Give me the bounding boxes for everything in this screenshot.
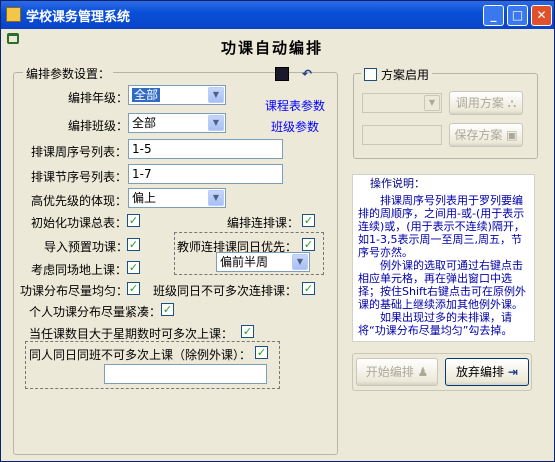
save-icon[interactable] xyxy=(275,67,289,81)
params-group-title: 编排参数设置： xyxy=(23,65,114,82)
help-paragraph: 如果出现过多的未排课，请将“功课分布尽量均匀”勾去掉。 xyxy=(358,311,513,337)
plan-select[interactable]: ▼ xyxy=(362,93,442,113)
multi-per-day-label: 当任课数目大于星期数时可多次上课： xyxy=(29,327,234,341)
grade-select[interactable]: 全部 ▼ xyxy=(128,85,226,105)
no-repeat-label: 同人同日同班不可多次上课（除例外课）： xyxy=(29,348,252,362)
consecutive-label: 编排连排课： xyxy=(227,216,300,230)
teacher-consecutive-checkbox[interactable]: ✓ xyxy=(302,238,315,251)
close-button[interactable]: ✕ xyxy=(531,5,552,26)
help-paragraph: 排课周序号列表用于罗列要编排的周顺序，之间用-或-(用于表示连续)或，(用于表示… xyxy=(358,194,525,259)
timetable-params-link[interactable]: 课程表参数 xyxy=(265,97,325,114)
class-label: 编排班级： xyxy=(68,119,129,133)
class-same-day-label: 班级同日不可多次连排课： xyxy=(153,284,298,298)
personal-compact-label: 个人功课分布尽量紧凑： xyxy=(29,305,162,319)
save-plan-button[interactable]: 保存方案 ▣ xyxy=(449,123,523,147)
consecutive-checkbox[interactable]: ✓ xyxy=(302,214,315,227)
plan-enable-label: 方案启用 xyxy=(381,68,430,82)
help-title: 操作说明： xyxy=(370,177,425,190)
weekday-seq-input[interactable]: 1-5 xyxy=(128,139,283,159)
distribute-even-checkbox[interactable]: ✓ xyxy=(127,282,140,295)
lock-icon[interactable] xyxy=(7,33,19,44)
exception-input[interactable] xyxy=(104,364,267,384)
use-plan-button[interactable]: 调用方案 ⛬ xyxy=(449,91,523,115)
undo-icon[interactable]: ↶ xyxy=(299,67,315,81)
exit-icon: ⇥ xyxy=(507,365,518,379)
init-total-label: 初始化功课总表： xyxy=(31,216,128,230)
period-seq-input[interactable]: 1-7 xyxy=(128,164,283,184)
help-paragraph: 例外课的选取可通过右键点击相应单元格，再在弹出窗口中选择；按住Shift右键点击… xyxy=(358,259,527,311)
chevron-down-icon: ▼ xyxy=(208,87,224,103)
start-arrange-button[interactable]: 开始编排 ♟ xyxy=(356,358,438,386)
no-repeat-checkbox[interactable]: ✓ xyxy=(255,346,268,359)
page-title: 功课自动编排 xyxy=(221,39,324,57)
app-icon xyxy=(6,7,21,22)
priority-select[interactable]: 偏上 ▼ xyxy=(128,188,226,208)
same-venue-checkbox[interactable]: ✓ xyxy=(127,261,140,274)
plan-name-input[interactable] xyxy=(362,125,442,145)
chevron-down-icon: ▼ xyxy=(208,190,224,206)
multi-per-day-checkbox[interactable]: ✓ xyxy=(241,325,254,338)
personal-compact-checkbox[interactable]: ✓ xyxy=(161,303,174,316)
window-title: 学校课务管理系统 xyxy=(26,10,131,25)
help-panel: 操作说明： 排课周序号列表用于罗列要编排的周顺序，之间用-或-(用于表示连续)或… xyxy=(352,174,535,342)
abandon-arrange-button[interactable]: 放弃编排 ⇥ xyxy=(445,358,529,386)
import-preset-label: 导入预置功课： xyxy=(44,240,129,254)
chevron-down-icon: ▼ xyxy=(292,254,308,270)
plan-enable[interactable]: 方案启用 xyxy=(361,66,433,83)
teacher-consecutive-select[interactable]: 偏前半周 ▼ xyxy=(216,252,310,272)
maximize-button[interactable]: □ xyxy=(507,5,528,26)
class-params-link[interactable]: 班级参数 xyxy=(271,118,319,135)
main-window: 学校课务管理系统 _ □ ✕ 功课自动编排 编排参数设置： ↶ 编排年级： 全部… xyxy=(0,0,555,462)
plan-enable-checkbox[interactable] xyxy=(364,68,377,81)
weekday-seq-label: 排课周序号列表： xyxy=(31,145,128,159)
init-total-checkbox[interactable]: ✓ xyxy=(127,214,140,227)
chevron-down-icon: ▼ xyxy=(424,95,440,111)
class-same-day-checkbox[interactable]: ✓ xyxy=(302,282,315,295)
grade-label: 编排年级： xyxy=(68,91,129,105)
title-bar: 学校课务管理系统 _ □ ✕ xyxy=(1,1,554,29)
same-venue-label: 考虑同场地上课： xyxy=(31,263,128,277)
distribute-even-label: 功课分布尽量均匀： xyxy=(20,284,129,298)
minimize-button[interactable]: _ xyxy=(483,5,504,26)
period-seq-label: 排课节序号列表： xyxy=(31,170,128,184)
chevron-down-icon: ▼ xyxy=(208,115,224,131)
priority-label: 高优先级的体现： xyxy=(31,194,128,208)
import-preset-checkbox[interactable]: ✓ xyxy=(127,238,140,251)
class-select[interactable]: 全部 ▼ xyxy=(128,113,226,133)
